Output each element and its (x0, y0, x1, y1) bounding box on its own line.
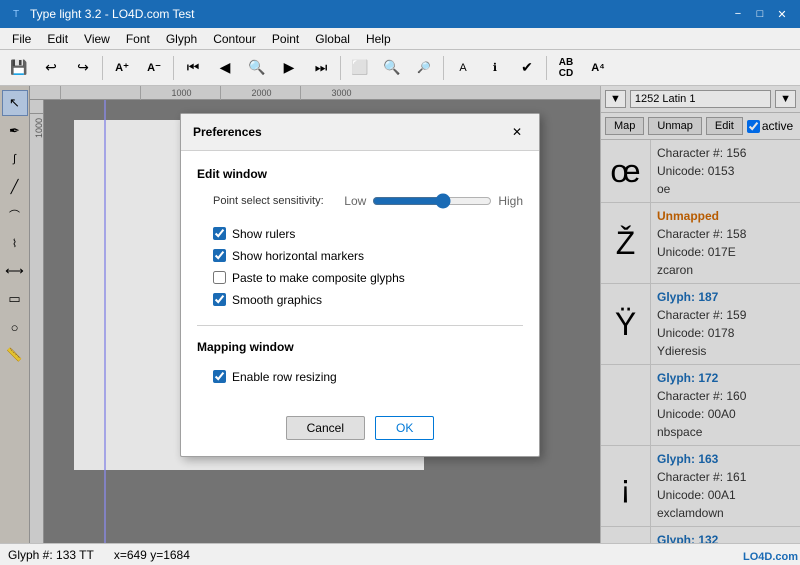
slider-high-label: High (498, 194, 523, 208)
preferences-dialog: Preferences ✕ Edit window Point select s… (180, 113, 540, 457)
smooth-graphics-row: Smooth graphics (197, 289, 523, 311)
sensitivity-row: Point select sensitivity: Low High (197, 193, 523, 209)
sensitivity-slider[interactable] (372, 193, 492, 209)
status-bar: Glyph #: 133 TT x=649 y=1684 LO4D.com (0, 543, 800, 565)
menu-global[interactable]: Global (307, 30, 358, 48)
menu-glyph[interactable]: Glyph (158, 30, 205, 48)
smooth-graphics-label: Smooth graphics (232, 293, 322, 307)
dialog-body: Edit window Point select sensitivity: Lo… (181, 151, 539, 404)
export-button[interactable]: A⁴ (583, 54, 613, 82)
title-bar-controls: − □ ✕ (728, 4, 792, 24)
watermark: LO4D.com (743, 551, 798, 563)
position-status: x=649 y=1684 (114, 548, 190, 562)
toolbar-separator-3 (340, 56, 341, 80)
edit-window-section-title: Edit window (197, 167, 523, 181)
show-horiz-label: Show horizontal markers (232, 249, 364, 263)
last-button[interactable]: ⏭ (306, 54, 336, 82)
toolbar-separator-5 (546, 56, 547, 80)
menu-point[interactable]: Point (264, 30, 307, 48)
mapping-button[interactable]: ABCD (551, 54, 581, 82)
app-icon: T (8, 6, 24, 22)
show-horiz-checkbox[interactable] (213, 249, 226, 262)
slider-labels: Low High (344, 193, 523, 209)
show-rulers-label: Show rulers (232, 227, 295, 241)
sensitivity-label: Point select sensitivity: (213, 195, 336, 207)
toolbar-separator-2 (173, 56, 174, 80)
select-all-button[interactable]: ⬜ (345, 54, 375, 82)
show-rulers-row: Show rulers (197, 223, 523, 245)
enable-row-row: Enable row resizing (197, 366, 523, 388)
glyph-status: Glyph #: 133 TT (8, 548, 94, 562)
toolbar-separator-4 (443, 56, 444, 80)
mapping-window-section-title: Mapping window (197, 340, 523, 354)
dialog-title-text: Preferences (193, 125, 262, 139)
menu-file[interactable]: File (4, 30, 39, 48)
show-rulers-checkbox[interactable] (213, 227, 226, 240)
window-title: Type light 3.2 - LO4D.com Test (30, 7, 728, 21)
decrease-size-button[interactable]: A⁻ (139, 54, 169, 82)
ok-button[interactable]: OK (375, 416, 434, 440)
menu-edit[interactable]: Edit (39, 30, 76, 48)
validate-button[interactable]: ✔ (512, 54, 542, 82)
enable-row-checkbox[interactable] (213, 370, 226, 383)
menu-font[interactable]: Font (118, 30, 158, 48)
menu-bar: File Edit View Font Glyph Contour Point … (0, 28, 800, 50)
main-area: ↖ ✒ ∫ ╱ ⌒ ⌇ ⟷ ▭ ○ 📏 1000 2000 3000 1000 (0, 86, 800, 543)
undo-button[interactable]: ↩ (36, 54, 66, 82)
paste-composite-checkbox[interactable] (213, 271, 226, 284)
dialog-overlay: Preferences ✕ Edit window Point select s… (0, 86, 800, 543)
maximize-button[interactable]: □ (750, 4, 770, 24)
cancel-button[interactable]: Cancel (286, 416, 365, 440)
save-button[interactable]: 💾 (4, 54, 34, 82)
zoom-in-button[interactable]: 🔍 (377, 54, 407, 82)
section-separator (197, 325, 523, 326)
dialog-close-button[interactable]: ✕ (507, 122, 527, 142)
close-button[interactable]: ✕ (772, 4, 792, 24)
slider-low-label: Low (344, 194, 366, 208)
menu-contour[interactable]: Contour (205, 30, 264, 48)
dialog-title-bar: Preferences ✕ (181, 114, 539, 151)
zoom-out-button[interactable]: 🔎 (409, 54, 439, 82)
redo-button[interactable]: ↪ (68, 54, 98, 82)
increase-size-button[interactable]: A⁺ (107, 54, 137, 82)
toolbar-separator-1 (102, 56, 103, 80)
next-button[interactable]: ▶ (274, 54, 304, 82)
smooth-graphics-checkbox[interactable] (213, 293, 226, 306)
paste-composite-label: Paste to make composite glyphs (232, 271, 405, 285)
menu-help[interactable]: Help (358, 30, 399, 48)
show-horiz-row: Show horizontal markers (197, 245, 523, 267)
first-button[interactable]: ⏮ (178, 54, 208, 82)
find-button[interactable]: 🔍 (242, 54, 272, 82)
dialog-footer: Cancel OK (181, 404, 539, 456)
font-info-button[interactable]: A (448, 54, 478, 82)
glyph-info-button[interactable]: ℹ (480, 54, 510, 82)
toolbar: 💾 ↩ ↪ A⁺ A⁻ ⏮ ◀ 🔍 ▶ ⏭ ⬜ 🔍 🔎 A ℹ ✔ ABCD A… (0, 50, 800, 86)
minimize-button[interactable]: − (728, 4, 748, 24)
prev-button[interactable]: ◀ (210, 54, 240, 82)
menu-view[interactable]: View (76, 30, 118, 48)
enable-row-label: Enable row resizing (232, 370, 337, 384)
title-bar: T Type light 3.2 - LO4D.com Test − □ ✕ (0, 0, 800, 28)
paste-composite-row: Paste to make composite glyphs (197, 267, 523, 289)
